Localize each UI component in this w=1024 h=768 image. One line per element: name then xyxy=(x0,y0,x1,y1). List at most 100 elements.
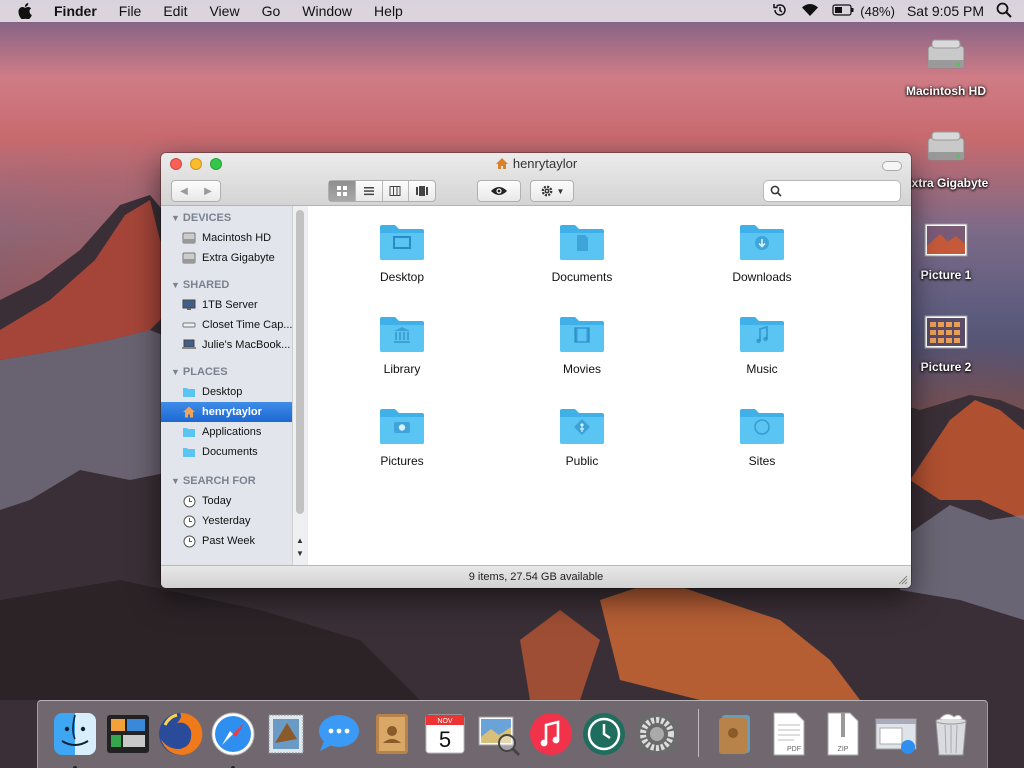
sidebar-item-yesterday[interactable]: Yesterday xyxy=(161,511,306,531)
sidebar-item-extra-gigabyte[interactable]: Extra Gigabyte xyxy=(161,248,306,268)
menu-window[interactable]: Window xyxy=(302,3,352,19)
sidebar-scrollbar[interactable]: ▲ ▼ xyxy=(292,206,307,565)
sidebar-section-devices[interactable]: ▼ DEVICES xyxy=(161,206,306,228)
menu-edit[interactable]: Edit xyxy=(163,3,187,19)
quick-look-button[interactable] xyxy=(477,180,521,202)
folder-desktop[interactable]: Desktop xyxy=(342,222,462,284)
apple-menu-icon[interactable] xyxy=(18,3,40,19)
sidebar-item-label: Julie's MacBook... xyxy=(202,339,291,351)
folder-library[interactable]: Library xyxy=(342,314,462,376)
scroll-up-arrow[interactable]: ▲ xyxy=(293,536,307,548)
dock-contacts[interactable] xyxy=(367,709,417,759)
dock-mission-control[interactable] xyxy=(103,709,153,759)
sidebar-section-places[interactable]: ▼ PLACES xyxy=(161,360,306,382)
resize-grip-icon[interactable] xyxy=(898,575,908,585)
window-titlebar[interactable]: henrytaylor ◀ ▶ ▼ xyxy=(161,153,911,206)
sidebar-item-today[interactable]: Today xyxy=(161,491,306,511)
sidebar-item-label: Yesterday xyxy=(202,515,251,527)
coverflow-icon xyxy=(416,186,429,196)
sidebar-item-julies-macbook[interactable]: Julie's MacBook... xyxy=(161,335,306,355)
dock-time-machine[interactable] xyxy=(579,709,629,759)
sidebar-item-desktop[interactable]: Desktop xyxy=(161,382,306,402)
folder-downloads[interactable]: Downloads xyxy=(702,222,822,284)
list-icon xyxy=(363,187,374,196)
folder-music[interactable]: Music xyxy=(702,314,822,376)
dock-safari[interactable] xyxy=(208,709,258,768)
folder-public[interactable]: Public xyxy=(522,406,642,468)
dock-finder[interactable] xyxy=(50,709,100,768)
dock-stack-applications[interactable] xyxy=(710,709,760,759)
sidebar-item-1tb-server[interactable]: 1TB Server xyxy=(161,295,306,315)
battery-icon[interactable] xyxy=(832,3,854,19)
folder-documents[interactable]: Documents xyxy=(522,222,642,284)
sidebar-item-documents[interactable]: Documents xyxy=(161,442,306,462)
dock-preview[interactable] xyxy=(473,709,523,759)
search-input[interactable] xyxy=(786,184,896,198)
desktop-icon-extra-gigabyte[interactable]: Extra Gigabyte xyxy=(896,124,996,190)
dock-stack-pdf[interactable]: PDF xyxy=(764,709,814,759)
folder-movies[interactable]: Movies xyxy=(522,314,642,376)
hard-drive-icon xyxy=(922,124,970,172)
sidebar-item-macintosh-hd[interactable]: Macintosh HD xyxy=(161,228,306,248)
dock-mail[interactable] xyxy=(261,709,311,759)
sidebar-item-label: Macintosh HD xyxy=(202,232,272,244)
folder-label: Public xyxy=(565,454,599,468)
forward-button[interactable]: ▶ xyxy=(196,186,220,197)
dock-calendar[interactable]: NOV 5 xyxy=(420,709,470,759)
sidebar-item-past-week[interactable]: Past Week xyxy=(161,531,306,551)
menu-file[interactable]: File xyxy=(119,3,142,19)
folder-label: Desktop xyxy=(379,270,425,284)
scrollbar-thumb[interactable] xyxy=(296,210,304,514)
dock-messages[interactable] xyxy=(314,709,364,759)
sidebar-item-henrytaylor[interactable]: henrytaylor xyxy=(161,402,306,422)
sidebar-section-shared[interactable]: ▼ SHARED xyxy=(161,273,306,295)
wifi-icon[interactable] xyxy=(800,3,820,20)
sidebar-item-label: Applications xyxy=(202,426,262,438)
calendar-month: NOV xyxy=(437,718,453,725)
menu-clock[interactable]: Sat 9:05 PM xyxy=(907,3,984,19)
window-title: henrytaylor xyxy=(161,156,911,171)
sidebar-section-search-for[interactable]: ▼ SEARCH FOR xyxy=(161,469,306,491)
sidebar-item-closet-time-capsule[interactable]: Closet Time Cap... xyxy=(161,315,306,335)
file-browser: Desktop Documents Downloads Library Movies Mu… xyxy=(308,206,911,565)
sidebar-item-label: henrytaylor xyxy=(202,406,262,418)
folder-pictures[interactable]: Pictures xyxy=(342,406,462,468)
folder-label: Downloads xyxy=(732,270,792,284)
desktop-icon-picture-2[interactable]: Picture 2 xyxy=(896,308,996,374)
dock-system-preferences[interactable] xyxy=(632,709,682,759)
time-machine-icon[interactable] xyxy=(772,2,788,21)
sidebar-item-label: Desktop xyxy=(202,386,243,398)
menu-app-name[interactable]: Finder xyxy=(54,3,97,19)
action-menu-button[interactable]: ▼ xyxy=(530,180,574,202)
list-view-button[interactable] xyxy=(356,181,383,201)
menu-go[interactable]: Go xyxy=(262,3,281,19)
folder-sites[interactable]: Sites xyxy=(702,406,822,468)
folder-label: Music xyxy=(746,362,778,376)
document-icon xyxy=(577,235,588,251)
menu-view[interactable]: View xyxy=(209,3,239,19)
scroll-down-arrow[interactable]: ▼ xyxy=(293,549,307,561)
laptop-icon xyxy=(182,338,196,352)
dock-itunes[interactable] xyxy=(526,709,576,759)
menu-help[interactable]: Help xyxy=(374,3,403,19)
dock-stack-zip[interactable]: ZIP xyxy=(818,709,868,759)
dock-firefox[interactable] xyxy=(155,709,205,759)
cover-flow-button[interactable] xyxy=(409,181,435,201)
battery-percent[interactable]: (48%) xyxy=(860,4,895,19)
back-button[interactable]: ◀ xyxy=(172,186,196,197)
icon-view-button[interactable] xyxy=(329,181,356,201)
spotlight-icon[interactable] xyxy=(996,2,1012,21)
sidebar-item-applications[interactable]: Applications xyxy=(161,422,306,442)
search-field[interactable] xyxy=(763,180,901,202)
dock: NOV 5 PDF ZIP xyxy=(37,700,988,768)
dock-trash[interactable] xyxy=(926,709,976,759)
desktop-icon-label: Picture 2 xyxy=(920,360,972,374)
column-view-button[interactable] xyxy=(383,181,410,201)
desktop-icon-picture-1[interactable]: Picture 1 xyxy=(896,216,996,282)
mission-control-icon xyxy=(107,715,149,753)
toolbar-toggle-button[interactable] xyxy=(882,161,902,171)
desktop-icon-macintosh-hd[interactable]: Macintosh HD xyxy=(896,32,996,98)
dock-stack-downloads[interactable] xyxy=(872,709,922,759)
desktop-icon-label: Macintosh HD xyxy=(905,84,986,98)
clock-icon xyxy=(182,514,196,528)
